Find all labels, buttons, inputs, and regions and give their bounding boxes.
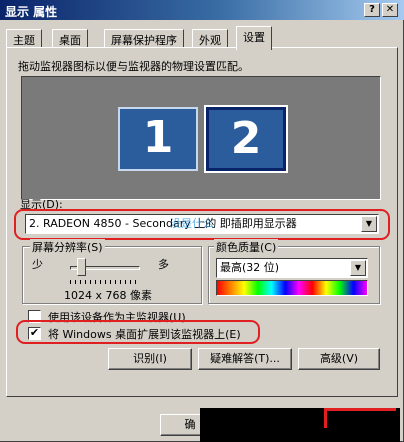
monitor-2-icon[interactable]: 2: [204, 105, 288, 173]
resolution-more-label: 多: [158, 258, 169, 271]
resolution-less-label: 少: [32, 258, 43, 271]
chevron-down-icon[interactable]: ▼: [350, 260, 366, 276]
highlight-ring-extend: [16, 320, 260, 344]
title-bar: 显示 属性 ? ✕: [0, 0, 404, 20]
tab-screensaver[interactable]: 屏幕保护程序: [104, 29, 184, 49]
identify-button[interactable]: 识别(I): [108, 348, 192, 370]
settings-description: 拖动监视器图标以便与监视器的物理设置匹配。: [18, 60, 249, 73]
color-spectrum-bar: [216, 280, 368, 296]
close-button[interactable]: ✕: [382, 3, 398, 17]
watermark-text: 没是什么: [170, 217, 214, 230]
window-title: 显示 属性: [5, 5, 58, 19]
help-button[interactable]: ?: [364, 3, 380, 17]
advanced-button[interactable]: 高级(V): [298, 348, 380, 370]
troubleshoot-button[interactable]: 疑难解答(T)...: [198, 348, 292, 370]
highlight-ring-apply-edge: [324, 408, 327, 428]
tab-settings[interactable]: 设置: [236, 26, 272, 50]
monitor-1-icon[interactable]: 1: [118, 107, 198, 171]
resolution-slider-ticks: [70, 280, 140, 284]
monitor-arrangement-area[interactable]: 1 2: [21, 76, 381, 200]
highlight-ring-apply: [326, 408, 396, 411]
ok-button-label: 确: [184, 418, 196, 431]
display-properties-window: 显示 属性 ? ✕ 主题 桌面 屏幕保护程序 外观 设置 拖动监视器图标以便与监…: [0, 0, 404, 442]
tab-appearance[interactable]: 外观: [192, 29, 228, 49]
tab-desktop[interactable]: 桌面: [52, 29, 88, 49]
tab-theme[interactable]: 主题: [6, 29, 42, 49]
resolution-value: 1024 x 768 像素: [64, 289, 152, 302]
resolution-title: 屏幕分辨率(S): [30, 239, 105, 255]
color-quality-select[interactable]: 最高(32 位) ▼: [216, 258, 368, 278]
color-quality-title: 颜色质量(C): [214, 239, 279, 255]
resolution-slider-thumb[interactable]: [77, 258, 86, 276]
redacted-area: [200, 408, 400, 442]
color-quality-value: 最高(32 位): [220, 261, 280, 274]
